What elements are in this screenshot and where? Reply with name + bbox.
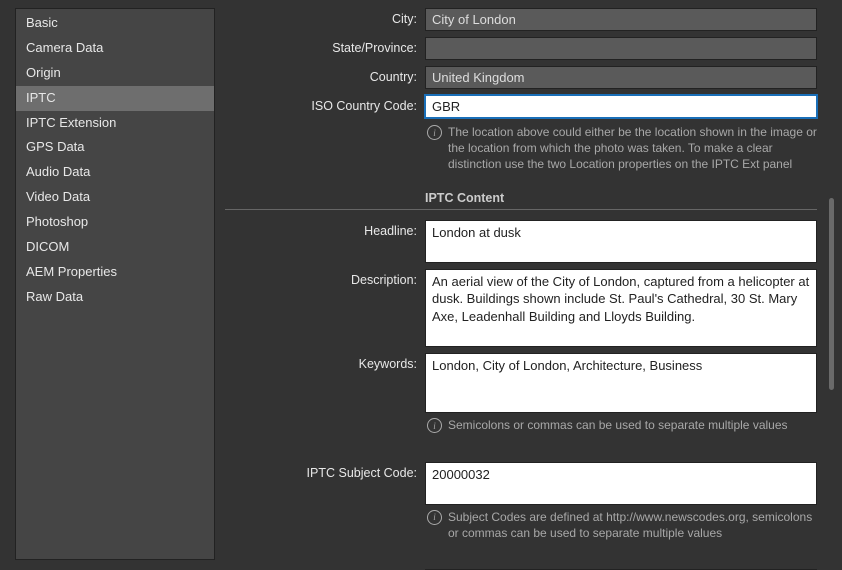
info-icon: i — [427, 418, 442, 433]
keywords-label: Keywords: — [225, 353, 425, 371]
sidebar-item-video-data[interactable]: Video Data — [16, 185, 214, 210]
sidebar-item-iptc[interactable]: IPTC — [16, 86, 214, 111]
keywords-input[interactable] — [425, 353, 817, 414]
sidebar-item-raw-data[interactable]: Raw Data — [16, 285, 214, 310]
iso-country-code-label: ISO Country Code: — [225, 95, 425, 113]
headline-input[interactable] — [425, 220, 817, 263]
iso-country-code-input[interactable] — [425, 95, 817, 118]
info-icon: i — [427, 125, 442, 140]
iptc-form: City: State/Province: Country: ISO Count… — [225, 8, 827, 570]
sidebar-item-dicom[interactable]: DICOM — [16, 235, 214, 260]
country-input[interactable] — [425, 66, 817, 89]
sidebar-item-photoshop[interactable]: Photoshop — [16, 210, 214, 235]
subject-code-info-text: Subject Codes are defined at http://www.… — [448, 509, 817, 541]
city-input[interactable] — [425, 8, 817, 31]
state-province-label: State/Province: — [225, 37, 425, 55]
headline-label: Headline: — [225, 220, 425, 238]
state-province-input[interactable] — [425, 37, 817, 60]
sidebar-item-aem-properties[interactable]: AEM Properties — [16, 260, 214, 285]
location-info-text: The location above could either be the l… — [448, 124, 817, 173]
description-input[interactable] — [425, 269, 817, 347]
info-icon: i — [427, 510, 442, 525]
sidebar-item-audio-data[interactable]: Audio Data — [16, 160, 214, 185]
sidebar-item-origin[interactable]: Origin — [16, 61, 214, 86]
sidebar-item-gps-data[interactable]: GPS Data — [16, 135, 214, 160]
city-label: City: — [225, 8, 425, 26]
section-title-iptc-content: IPTC Content — [425, 191, 817, 205]
metadata-panel-sidebar: Basic Camera Data Origin IPTC IPTC Exten… — [15, 8, 215, 560]
section-divider-line — [225, 209, 817, 210]
iptc-subject-code-input[interactable] — [425, 462, 817, 505]
sidebar-item-iptc-extension[interactable]: IPTC Extension — [16, 111, 214, 136]
iptc-subject-code-label: IPTC Subject Code: — [225, 462, 425, 480]
description-label: Description: — [225, 269, 425, 287]
country-label: Country: — [225, 66, 425, 84]
scrollbar-thumb[interactable] — [829, 198, 834, 390]
sidebar-item-camera-data[interactable]: Camera Data — [16, 36, 214, 61]
sidebar-item-basic[interactable]: Basic — [16, 11, 214, 36]
keywords-info-text: Semicolons or commas can be used to sepa… — [448, 417, 788, 433]
